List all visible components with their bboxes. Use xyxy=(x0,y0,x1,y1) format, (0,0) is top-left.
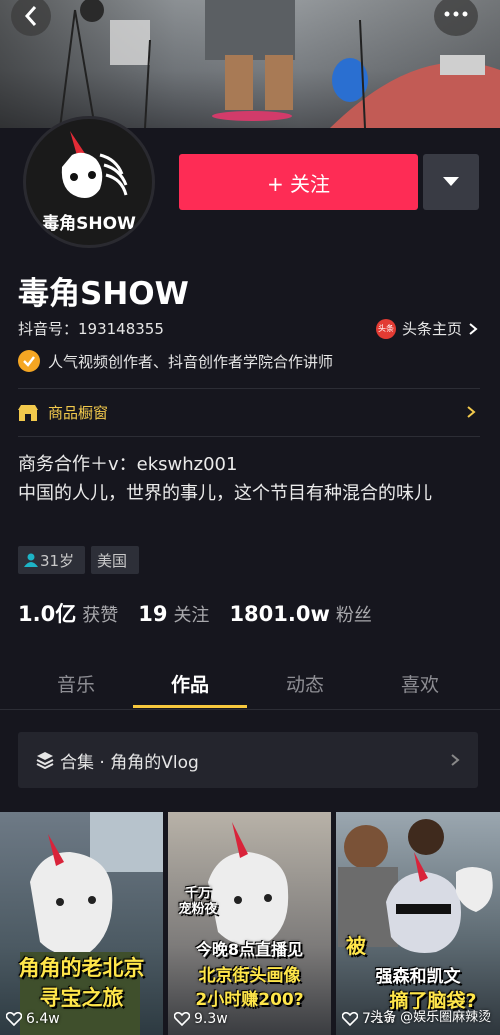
heart-icon xyxy=(342,1012,358,1026)
age-text: 31岁 xyxy=(40,551,75,570)
recommend-dropdown-button[interactable] xyxy=(423,154,479,210)
shop-window-link[interactable]: 商品橱窗 xyxy=(18,402,108,423)
likes-count: 1.0亿 xyxy=(18,602,77,626)
certification-row: 人气视频创作者、抖音创作者学院合作讲师 xyxy=(18,350,333,372)
collection-entry[interactable]: 合集 · 角角的Vlog xyxy=(18,732,478,788)
video-caption: 角角的老北京 xyxy=(18,956,145,980)
watermark: 头条 @娱乐圈麻辣烫 xyxy=(370,1010,492,1025)
avatar-logo-text: 毒角SHOW xyxy=(42,214,136,234)
caret-down-icon xyxy=(443,177,459,186)
douyin-id: 抖音号：193148355 xyxy=(18,320,164,338)
heart-icon xyxy=(6,1012,22,1026)
stats-row: 1.0亿 获赞 19 关注 1801.0w 粉丝 xyxy=(18,598,392,628)
back-button[interactable] xyxy=(11,0,51,36)
verified-badge-icon xyxy=(18,350,40,372)
followers-count[interactable]: 1801.0w xyxy=(229,602,329,626)
shop-label: 商品橱窗 xyxy=(48,404,109,422)
followers-label[interactable]: 粉丝 xyxy=(336,601,372,627)
avatar[interactable]: 毒角SHOW xyxy=(23,116,155,248)
more-options-button[interactable] xyxy=(434,0,478,36)
shop-icon xyxy=(18,404,38,421)
following-label[interactable]: 关注 xyxy=(173,601,209,627)
tab-activity[interactable]: 动态 xyxy=(255,670,355,697)
video-thumbnail[interactable]: 被 强森和凯文 摘了脑袋? 7.1w 头条 @娱乐圈麻辣烫 xyxy=(336,812,500,1035)
cover-photo xyxy=(0,0,500,128)
certification-text: 人气视频创作者、抖音创作者学院合作讲师 xyxy=(48,352,334,371)
video-caption-top: 千万 宠粉夜 xyxy=(178,886,218,917)
age-tag: 31岁 xyxy=(18,546,85,574)
video-thumbnail[interactable]: 角角的老北京 寻宝之旅 6.4w xyxy=(0,812,163,1035)
toutiao-logo-icon: 头条 xyxy=(375,318,396,339)
divider xyxy=(0,709,500,710)
video-likes: 6.4w xyxy=(6,1011,60,1027)
video-likes-count: 6.4w xyxy=(26,1011,60,1027)
follow-button[interactable]: + 关注 xyxy=(179,154,418,210)
location-tag: 美国 xyxy=(91,546,139,574)
video-caption-sub: 北京街头画像 2小时赚200? xyxy=(195,966,304,1010)
toutiao-link-label: 头条主页 xyxy=(401,320,462,338)
active-tab-indicator xyxy=(133,705,247,708)
tab-works[interactable]: 作品 xyxy=(140,670,240,697)
collection-label: 合集 · 角角的Vlog xyxy=(60,752,199,773)
video-caption: 今晚8点直播见 xyxy=(195,940,304,959)
heart-icon xyxy=(174,1012,190,1026)
video-likes: 9.3w xyxy=(174,1011,228,1027)
video-likes-count: 9.3w xyxy=(194,1011,228,1027)
chevron-right-icon xyxy=(469,322,478,335)
person-icon xyxy=(24,553,38,567)
layers-icon xyxy=(36,752,54,769)
nickname: 毒角SHOW xyxy=(18,276,189,312)
follow-label: + 关注 xyxy=(266,171,331,196)
bio-line: 商务合作＋v：ekswhz001 xyxy=(18,454,238,475)
divider xyxy=(18,388,480,389)
video-caption-top: 被 xyxy=(346,934,366,958)
tab-music[interactable]: 音乐 xyxy=(26,670,126,697)
shop-chevron-icon xyxy=(467,406,476,418)
video-caption: 强森和凯文 xyxy=(375,967,461,987)
divider xyxy=(18,436,480,437)
following-count[interactable]: 19 xyxy=(138,602,167,626)
tab-likes[interactable]: 喜欢 xyxy=(370,670,470,697)
location-text: 美国 xyxy=(97,551,128,570)
toutiao-homepage-link[interactable]: 头条 头条主页 xyxy=(375,318,478,339)
chevron-right-icon xyxy=(451,754,460,766)
likes-label: 获赞 xyxy=(82,605,119,626)
bio-line: 中国的人儿，世界的事儿，这个节目有种混合的味儿 xyxy=(18,483,432,504)
video-thumbnail[interactable]: 千万 宠粉夜 今晚8点直播见 北京街头画像 2小时赚200? 9.3w xyxy=(168,812,331,1035)
video-caption-sub: 寻宝之旅 xyxy=(39,986,124,1010)
